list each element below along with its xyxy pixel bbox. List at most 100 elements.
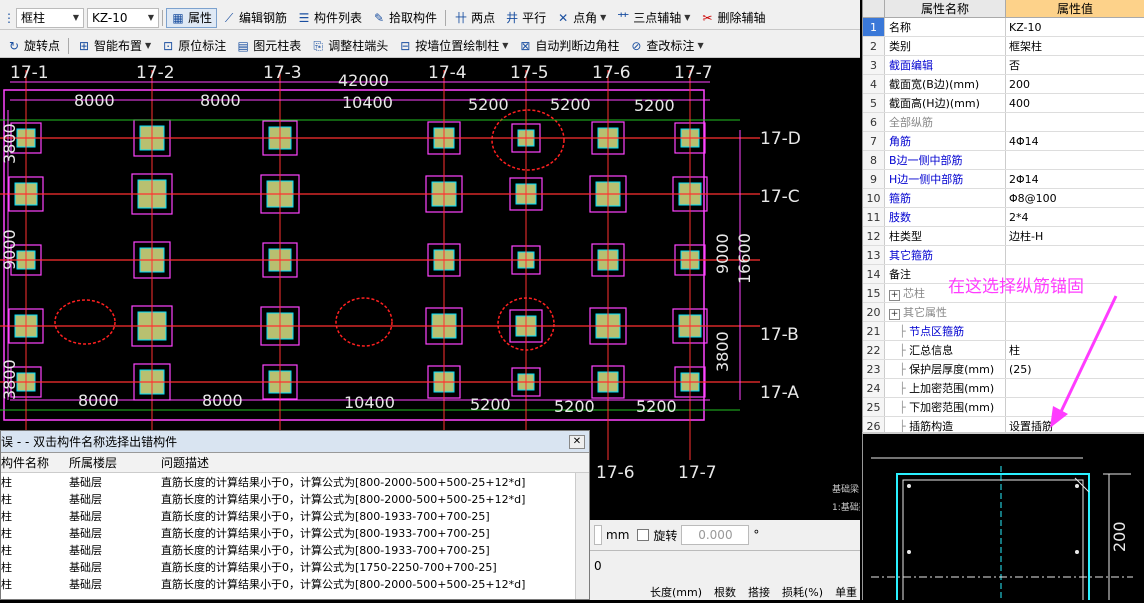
error-row[interactable]: 柱基础层 直筋长度的计算结果小于0，计算公式为[800-2000-500+500-… [1,575,589,592]
property-name: ├ 插筋构造 [885,417,1006,432]
property-row[interactable]: 2 类别 框架柱 [863,37,1144,56]
property-row[interactable]: 13 其它箍筋 [863,246,1144,265]
property-value[interactable] [1006,151,1144,169]
property-value[interactable]: KZ-10 [1006,18,1144,36]
dots-icon: ⋮ [3,10,15,25]
property-row[interactable]: 9 H边一侧中部筋 2Φ14 [863,170,1144,189]
dimension-text: 8000 [74,91,115,110]
property-value[interactable]: 2Φ14 [1006,170,1144,188]
rotate-checkbox[interactable] [637,529,650,541]
change-mark-button[interactable]: ⊘ 查改标注 ▼ [624,36,708,56]
property-row-number: 2 [863,37,885,55]
property-row[interactable]: 8 B边一侧中部筋 [863,151,1144,170]
property-value[interactable] [1006,113,1144,131]
error-row[interactable]: 柱基础层 直筋长度的计算结果小于0，计算公式为[1750-2250-700+700… [1,558,589,575]
wall-position-button[interactable]: ⊟ 按墙位置绘制柱 ▼ [393,36,513,56]
property-value[interactable]: 4Φ14 [1006,132,1144,150]
axis-label-top: 17-5 [510,63,549,83]
property-row-number: 3 [863,56,885,74]
rebar-col-header[interactable]: 搭接 [748,584,770,600]
error-component-name[interactable]: 柱 [1,491,69,507]
error-floor: 基础层 [69,509,102,523]
error-row[interactable]: 柱基础层 直筋长度的计算结果小于0，计算公式为[800-2000-500+500-… [1,490,589,507]
tree-line-icon: ├ [899,363,910,376]
error-row[interactable]: 柱基础层 直筋长度的计算结果小于0，计算公式为[800-1933-700+700-… [1,524,589,541]
property-row[interactable]: 5 截面高(H边)(mm) 400 [863,94,1144,113]
property-row[interactable]: 4 截面宽(B边)(mm) 200 [863,75,1144,94]
error-row[interactable]: 柱基础层 直筋长度的计算结果小于0，计算公式为[800-1933-700+700-… [1,507,589,524]
property-value[interactable]: 200 [1006,75,1144,93]
error-description: 直筋长度的计算结果小于0，计算公式为[800-2000-500+500-25+1… [161,492,526,506]
component-list-button[interactable]: ☰ 构件列表 [292,8,367,28]
error-component-name[interactable]: 柱 [1,542,69,558]
property-value[interactable]: 2*4 [1006,208,1144,226]
property-row-number: 6 [863,113,885,131]
rebar-table-area: 0 长度(mm) 根数 搭接 损耗(%) 单重 [590,550,860,600]
rotate-label: 旋转 [653,528,678,543]
expand-icon[interactable]: + [889,290,900,301]
error-component-name[interactable]: 柱 [1,576,69,592]
property-row-number: 1 [863,18,885,36]
rebar-col-header[interactable]: 根数 [714,584,736,600]
auto-corner-button[interactable]: ⊠ 自动判断边角柱 [513,36,624,56]
parallel-axis-icon: 井 [506,10,519,25]
property-row[interactable]: 1 名称 KZ-10 [863,18,1144,37]
dimension-text: 8000 [78,391,119,410]
property-name: 肢数 [885,208,1006,226]
type-select[interactable]: 框柱 ▼ [16,7,84,28]
rebar-col-header[interactable]: 单重 [835,584,857,600]
property-row[interactable]: 11 肢数 2*4 [863,208,1144,227]
main-toolbar: ⋮ 框柱 ▼ KZ-10 ▼ ▦ 属性 ⟋ 编辑钢筋 ☰ 构件列表 ✎ 拾取构件 卄两点 井… [0,6,860,30]
property-row[interactable]: 6 全部纵筋 [863,113,1144,132]
property-value[interactable]: 否 [1006,56,1144,74]
col-floor[interactable]: 所属楼层 [69,454,161,471]
drawing-table-button[interactable]: ▤ 图元柱表 [231,36,306,56]
expand-icon[interactable]: + [889,309,900,320]
rebar-col-header[interactable]: 长度(mm) [650,584,702,600]
property-name: 截面宽(B边)(mm) [885,75,1006,93]
origin-mark-button[interactable]: ⊡ 原位标注 [156,36,231,56]
adjust-end-button[interactable]: ⎘ 调整柱端头 [306,36,393,56]
property-value[interactable]: Φ8@100 [1006,189,1144,207]
error-component-name[interactable]: 柱 [1,474,69,490]
rebar-col-header[interactable]: 损耗(%) [782,584,823,600]
parallel-button[interactable]: 井平行 [500,8,551,28]
header-property-name: 属性名称 [885,0,1006,17]
delete-aux-button[interactable]: ✂ 删除辅轴 [695,8,770,28]
property-name: 全部纵筋 [885,113,1006,131]
property-row[interactable]: 12 柱类型 边柱-H [863,227,1144,246]
property-row[interactable]: 3 截面编辑否 [863,56,1144,75]
close-icon[interactable]: ✕ [569,434,585,449]
edit-rebar-button[interactable]: ⟋ 编辑钢筋 [217,8,292,28]
error-component-name[interactable]: 柱 [1,559,69,575]
properties-button[interactable]: ▦ 属性 [166,7,218,28]
pick-component-button[interactable]: ✎ 拾取构件 [367,8,442,28]
smart-layout-button[interactable]: ⊞ 智能布置 ▼ [72,36,156,56]
property-name: 柱类型 [885,227,1006,245]
error-row[interactable]: 柱基础层 直筋长度的计算结果小于0，计算公式为[800-1933-700+700-… [1,541,589,558]
error-component-name[interactable]: 柱 [1,508,69,524]
offset-input[interactable] [594,525,602,545]
property-value[interactable]: 400 [1006,94,1144,112]
property-value[interactable] [1006,246,1144,264]
rotate-point-button[interactable]: ↻ 旋转点 [2,36,65,56]
two-point-button[interactable]: 卄两点 [449,8,500,28]
error-table-scrollbar[interactable] [575,473,589,599]
section-preview-drawing: 200 [871,457,1133,603]
col-description[interactable]: 问题描述 [161,454,589,471]
error-table-body: 柱基础层 直筋长度的计算结果小于0，计算公式为[800-2000-500+500-… [1,473,589,592]
rotate-input[interactable]: 0.000 [681,525,750,545]
dimension-text: 9000 [0,229,19,270]
property-row[interactable]: 7 角筋 4Φ14 [863,132,1144,151]
property-row-number: 11 [863,208,885,226]
property-row[interactable]: 10 箍筋 Φ8@100 [863,189,1144,208]
error-row[interactable]: 柱基础层 直筋长度的计算结果小于0，计算公式为[800-2000-500+500-… [1,473,589,490]
col-component-name[interactable]: 构件名称 [1,454,69,471]
name-select[interactable]: KZ-10 ▼ [87,7,159,28]
error-component-name[interactable]: 柱 [1,525,69,541]
property-value[interactable]: 边柱-H [1006,227,1144,245]
three-point-axis-button[interactable]: ⺾三点辅轴 ▼ [611,8,695,28]
error-floor: 基础层 [69,475,102,489]
property-value[interactable]: 框架柱 [1006,37,1144,55]
point-angle-button[interactable]: ✕ 点角 ▼ [551,8,611,28]
